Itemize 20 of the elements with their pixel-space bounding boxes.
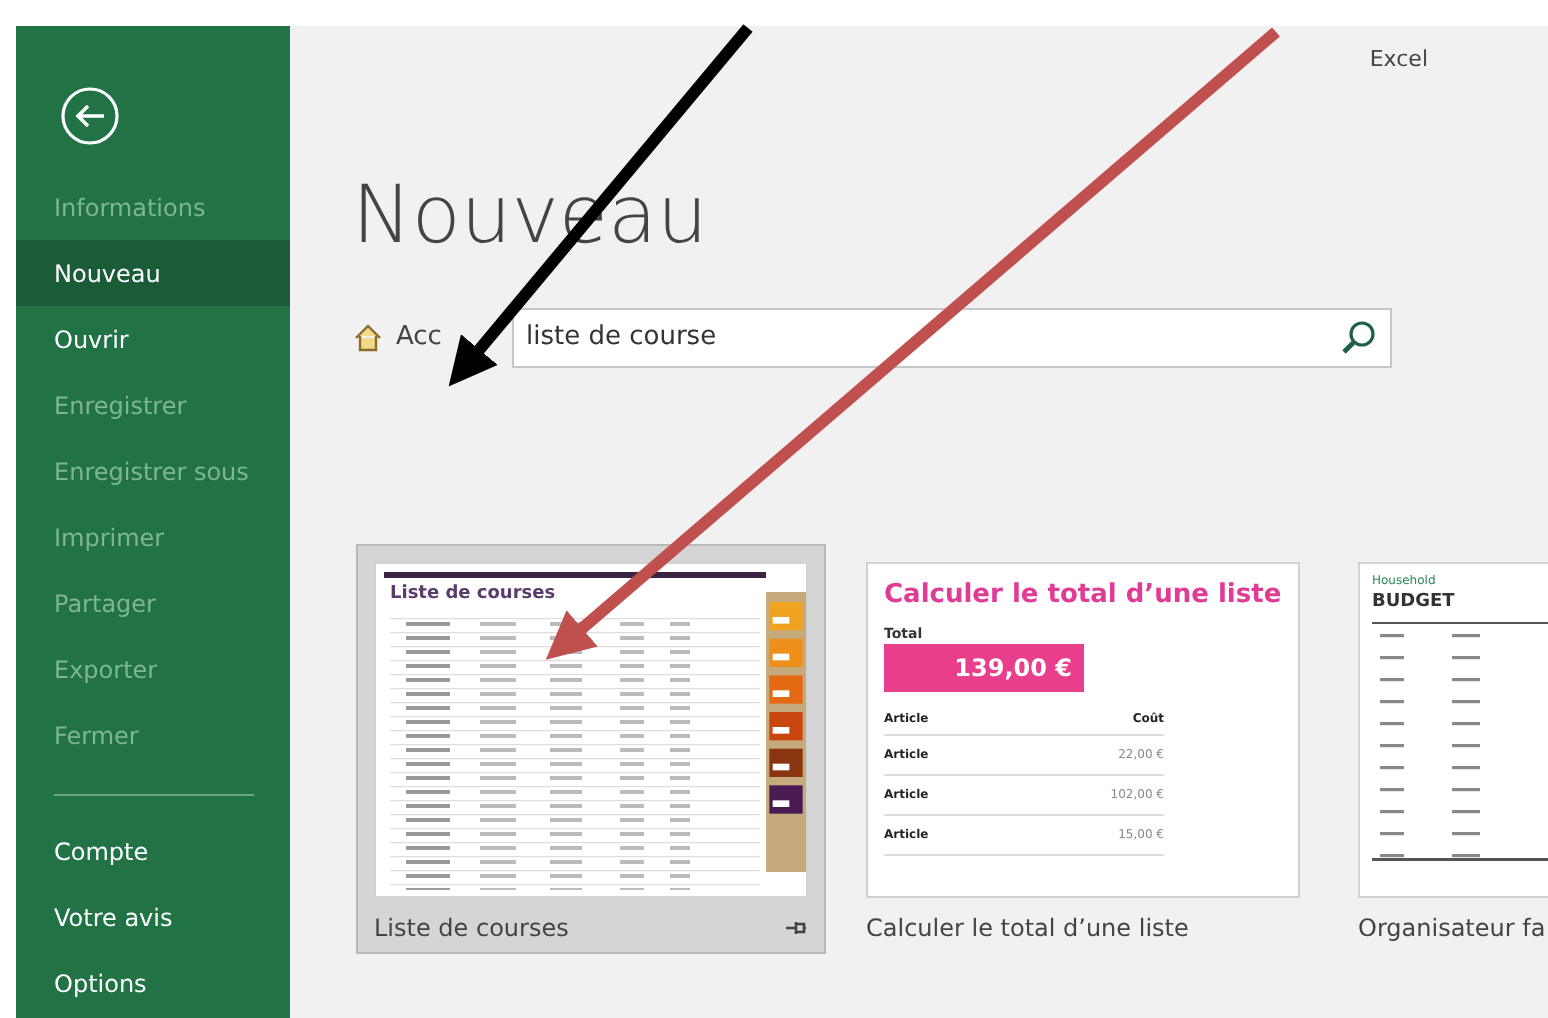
back-icon[interactable]: [60, 86, 120, 146]
preview-title: BUDGET: [1372, 590, 1457, 616]
home-icon[interactable]: [352, 322, 384, 354]
preview-title: Calculer le total d’une liste: [884, 578, 1282, 614]
app-name: Excel: [1367, 44, 1430, 76]
search-icon[interactable]: [1338, 318, 1378, 358]
template-card[interactable]: Liste de courses Liste de courses: [356, 544, 826, 954]
menu-item[interactable]: Nouveau: [16, 240, 290, 307]
menu-item[interactable]: Compte: [16, 819, 290, 886]
menu-item[interactable]: Votre avis: [16, 885, 290, 952]
preview-title: Liste de courses: [390, 582, 558, 608]
template-caption: Organisateur fa: [1358, 912, 1546, 946]
search-field[interactable]: liste de course: [512, 308, 1392, 368]
template-caption: Liste de courses: [374, 912, 569, 946]
menu-item[interactable]: Ouvrir: [16, 306, 290, 373]
menu-item[interactable]: Options: [16, 951, 290, 1018]
home-link[interactable]: Acc: [396, 318, 500, 358]
template-caption: Calculer le total d’une liste: [866, 912, 1189, 946]
pin-icon[interactable]: [784, 918, 808, 938]
total-value: 139,00 €: [884, 644, 1084, 692]
